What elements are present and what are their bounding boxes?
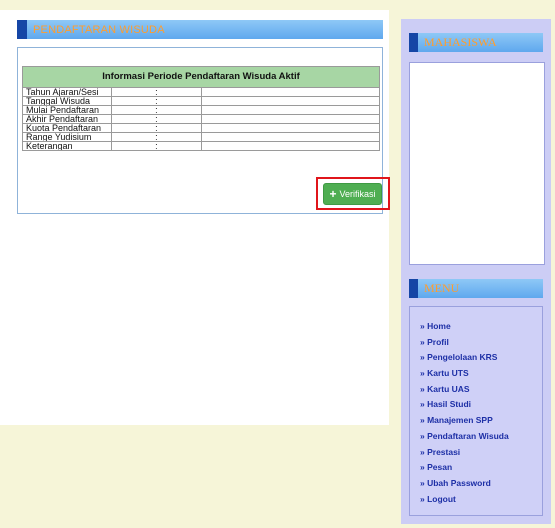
table-row: Mulai Pendaftaran : (21, 105, 381, 115)
row-value-line (290, 114, 381, 124)
row-separator: : (111, 105, 202, 115)
page-title-bar: PENDAFTARAN WISUDA (17, 20, 383, 39)
menu-item-pendaftaran-wisuda[interactable]: » Pendaftaran Wisuda (420, 429, 542, 445)
row-separator: : (111, 96, 202, 106)
table-row: Akhir Pendaftaran : (21, 114, 381, 124)
title-accent (17, 20, 27, 39)
table-header-row: Informasi Periode Pendaftaran Wisuda Akt… (22, 66, 380, 88)
row-value-line (290, 141, 381, 151)
mahasiswa-title-bar: MAHASISWA (409, 33, 543, 52)
mahasiswa-box (409, 62, 545, 265)
row-value (200, 123, 291, 133)
table-row: Tanggal Wisuda : (21, 96, 381, 106)
row-label: Range Yudisium (21, 132, 113, 142)
menu-item-hasil-studi[interactable]: » Hasil Studi (420, 397, 542, 413)
info-table: Informasi Periode Pendaftaran Wisuda Akt… (21, 66, 381, 151)
row-separator: : (111, 132, 202, 142)
row-separator: : (111, 87, 202, 97)
menu-item-prestasi[interactable]: » Prestasi (420, 445, 542, 461)
row-value (200, 141, 291, 151)
sidebar: MAHASISWA MENU » Home » Profil » Pengelo… (401, 19, 551, 524)
title-accent (409, 33, 418, 52)
menu-title-bar: MENU (409, 279, 543, 298)
table-row: Range Yudisium : (21, 132, 381, 142)
row-value (200, 132, 291, 142)
row-label: Tanggal Wisuda (21, 96, 113, 106)
title-accent (409, 279, 418, 298)
page-title: PENDAFTARAN WISUDA (33, 23, 165, 36)
row-separator: : (111, 141, 202, 151)
menu-list: » Home » Profil » Pengelolaan KRS » Kart… (410, 307, 542, 507)
table-row: Kuota Pendaftaran : (21, 123, 381, 133)
row-label: Akhir Pendaftaran (21, 114, 113, 124)
row-label: Tahun Ajaran/Sesi (21, 87, 113, 97)
table-heading: Informasi Periode Pendaftaran Wisuda Akt… (22, 66, 380, 88)
row-value-line (290, 87, 381, 97)
menu-title: MENU (424, 281, 460, 295)
row-separator: : (111, 114, 202, 124)
menu-box: » Home » Profil » Pengelolaan KRS » Kart… (409, 306, 543, 516)
menu-item-pesan[interactable]: » Pesan (420, 460, 542, 476)
row-value (200, 87, 291, 97)
row-value-line (290, 132, 381, 142)
row-label: Mulai Pendaftaran (21, 105, 113, 115)
menu-item-kartu-uts[interactable]: » Kartu UTS (420, 366, 542, 382)
row-value-line (290, 123, 381, 133)
menu-item-pengelolaan-krs[interactable]: » Pengelolaan KRS (420, 350, 542, 366)
mahasiswa-title: MAHASISWA (424, 35, 497, 49)
row-value-line (290, 96, 381, 106)
row-label: Keterangan (21, 141, 113, 151)
row-label: Kuota Pendaftaran (21, 123, 113, 133)
row-value (200, 105, 291, 115)
table-row: Tahun Ajaran/Sesi : (21, 87, 381, 97)
menu-item-logout[interactable]: » Logout (420, 492, 542, 508)
row-value-line (290, 105, 381, 115)
menu-item-manajemen-spp[interactable]: » Manajemen SPP (420, 413, 542, 429)
menu-item-home[interactable]: » Home (420, 319, 542, 335)
menu-item-kartu-uas[interactable]: » Kartu UAS (420, 382, 542, 398)
row-value (200, 114, 291, 124)
table-row: Keterangan : (21, 141, 381, 151)
row-separator: : (111, 123, 202, 133)
plus-icon: + (329, 187, 337, 201)
row-value (200, 96, 291, 106)
menu-item-profil[interactable]: » Profil (420, 335, 542, 351)
verify-button[interactable]: + Verifikasi (323, 183, 382, 205)
verify-highlight-box: + Verifikasi (316, 177, 390, 210)
menu-item-ubah-password[interactable]: » Ubah Password (420, 476, 542, 492)
verify-button-label: Verifikasi (339, 189, 376, 199)
